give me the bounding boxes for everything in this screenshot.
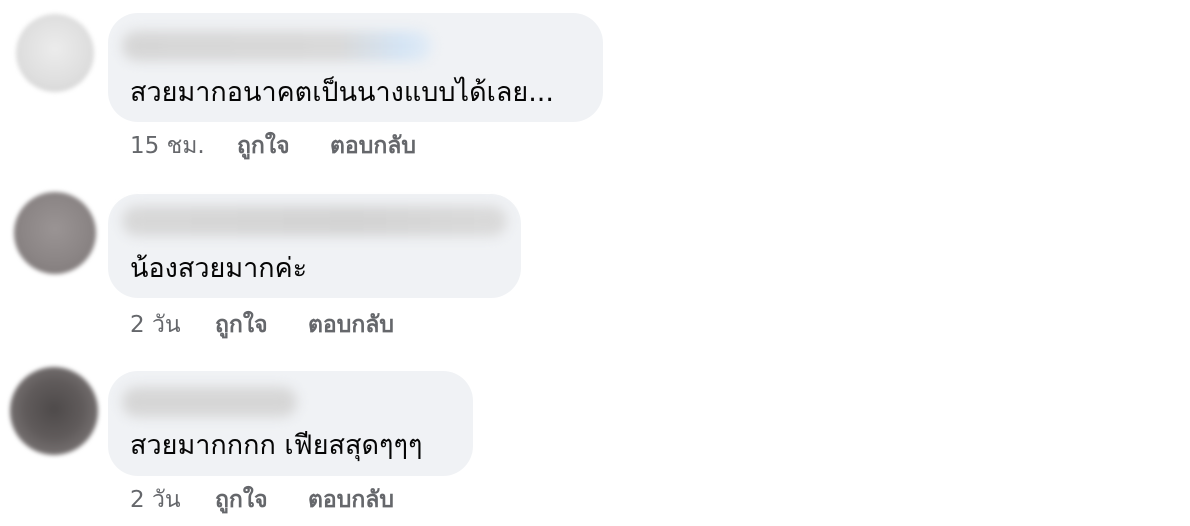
comment-meta: 2 วัน ถูกใจ ตอบกลับ	[130, 485, 430, 517]
comment-meta: 2 วัน ถูกใจ ตอบกลับ	[130, 310, 430, 342]
reply-button[interactable]: ตอบกลับ	[330, 131, 416, 161]
reply-button[interactable]: ตอบกลับ	[308, 310, 394, 340]
comment-bubble: สวยมากกกก เฟียสสุดๆๆๆ	[108, 371, 473, 476]
avatar[interactable]	[10, 367, 98, 455]
comment-text: สวยมากอนาคตเป็นนางแบบได้เลย...	[130, 77, 554, 108]
comment-item: สวยมากอนาคตเป็นนางแบบได้เลย... 15 ชม. ถู…	[0, 0, 1190, 175]
avatar[interactable]	[16, 14, 94, 92]
comment-text: น้องสวยมากค่ะ	[130, 253, 308, 284]
like-button[interactable]: ถูกใจ	[215, 485, 268, 515]
comment-item: สวยมากกกก เฟียสสุดๆๆๆ 2 วัน ถูกใจ ตอบกลั…	[0, 357, 1190, 526]
avatar[interactable]	[14, 192, 96, 274]
comment-timestamp[interactable]: 2 วัน	[130, 310, 181, 340]
comment-item: น้องสวยมากค่ะ 2 วัน ถูกใจ ตอบกลับ	[0, 180, 1190, 355]
like-button[interactable]: ถูกใจ	[237, 131, 290, 161]
commenter-name-blurred[interactable]	[122, 206, 507, 236]
comment-meta: 15 ชม. ถูกใจ ตอบกลับ	[130, 131, 450, 163]
comment-text: สวยมากกกก เฟียสสุดๆๆๆ	[130, 430, 423, 461]
like-button[interactable]: ถูกใจ	[215, 310, 268, 340]
comment-bubble: น้องสวยมากค่ะ	[108, 194, 521, 298]
comment-bubble: สวยมากอนาคตเป็นนางแบบได้เลย...	[108, 13, 603, 122]
reply-button[interactable]: ตอบกลับ	[308, 485, 394, 515]
commenter-name-blurred[interactable]	[122, 31, 432, 61]
comment-timestamp[interactable]: 15 ชม.	[130, 131, 205, 161]
commenter-name-blurred[interactable]	[122, 387, 297, 417]
comment-timestamp[interactable]: 2 วัน	[130, 485, 181, 515]
